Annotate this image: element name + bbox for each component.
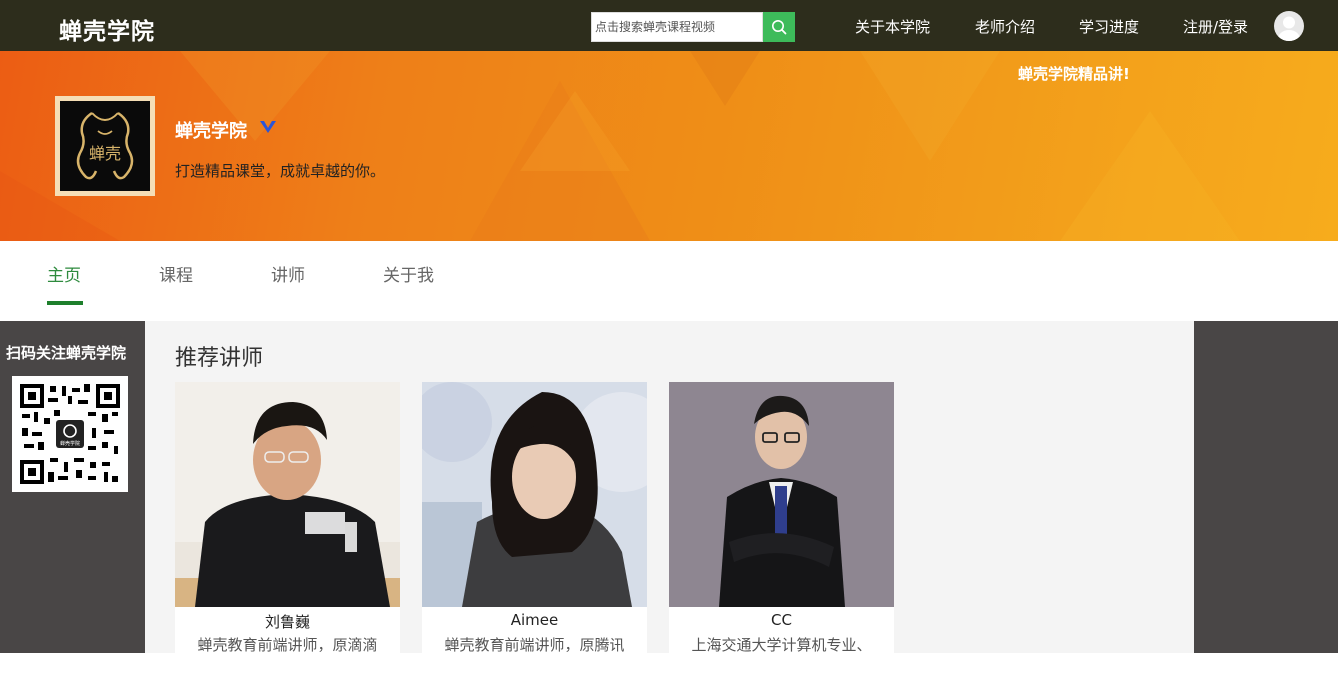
channel-tabs: 主页 课程 讲师 关于我 bbox=[0, 241, 1338, 321]
search-button[interactable] bbox=[763, 12, 795, 42]
nav-register-login[interactable]: 注册/登录 bbox=[1183, 16, 1248, 37]
qr-sidebar: 扫码关注蝉壳学院 蝉壳学院 bbox=[0, 321, 145, 653]
site-logo-text[interactable]: 蝉壳学院 bbox=[59, 12, 155, 46]
teacher-name: CC bbox=[771, 611, 792, 629]
search-icon bbox=[772, 20, 787, 35]
verified-v-icon bbox=[260, 121, 276, 133]
teacher-name: Aimee bbox=[510, 611, 559, 629]
svg-text:蝉壳学院: 蝉壳学院 bbox=[60, 440, 80, 447]
svg-text:蝉壳: 蝉壳 bbox=[89, 144, 121, 163]
teacher-photo bbox=[175, 382, 400, 607]
nav-progress[interactable]: 学习进度 bbox=[1079, 16, 1139, 37]
top-navbar: 蝉壳学院 关于本学院 老师介绍 学习进度 注册/登录 bbox=[0, 0, 1338, 51]
tab-courses[interactable]: 课程 bbox=[159, 261, 193, 286]
search-bar bbox=[591, 12, 795, 42]
cicada-logo-icon: 蝉壳 bbox=[76, 111, 134, 180]
teacher-bio: 上海交通大学计算机专业、 bbox=[691, 636, 872, 654]
qr-title: 扫码关注蝉壳学院 bbox=[6, 344, 127, 362]
teacher-bio: 蝉壳教育前端讲师，原腾讯 bbox=[444, 636, 625, 654]
channel-name: 蝉壳学院 bbox=[175, 121, 247, 142]
qr-code: 蝉壳学院 bbox=[12, 376, 128, 492]
teacher-name: 刘鲁巍 bbox=[264, 613, 310, 631]
banner-slogan: 蝉壳学院精品讲! bbox=[1018, 65, 1130, 83]
search-input[interactable] bbox=[591, 12, 763, 42]
active-tab-indicator bbox=[47, 301, 83, 305]
nav-teachers[interactable]: 老师介绍 bbox=[975, 16, 1035, 37]
user-avatar-icon[interactable] bbox=[1274, 11, 1304, 41]
channel-logo: 蝉壳 bbox=[55, 96, 155, 196]
teacher-card[interactable]: Aimee 蝉壳教育前端讲师，原腾讯 bbox=[422, 382, 647, 682]
qr-code-icon: 蝉壳学院 bbox=[18, 382, 122, 486]
teacher-card[interactable]: CC 上海交通大学计算机专业、 bbox=[669, 382, 894, 682]
teacher-photo bbox=[422, 382, 647, 607]
banner-decor bbox=[0, 51, 1240, 241]
tab-home[interactable]: 主页 bbox=[47, 261, 81, 286]
main-content: 推荐讲师 刘鲁巍 蝉壳教育前端讲师，原滴滴 Aimee 蝉壳教育前端讲师，原腾讯… bbox=[145, 321, 1194, 682]
recommended-teachers-title: 推荐讲师 bbox=[175, 346, 264, 371]
nav-about-academy[interactable]: 关于本学院 bbox=[855, 16, 930, 37]
teacher-bio: 蝉壳教育前端讲师，原滴滴 bbox=[197, 636, 378, 654]
channel-banner: 蝉壳学院精品讲! 蝉壳 蝉壳学院 打造精品课堂，成就卓越的你。 bbox=[0, 51, 1338, 241]
teacher-photo bbox=[669, 382, 894, 607]
right-panel bbox=[1194, 321, 1338, 653]
tab-teachers[interactable]: 讲师 bbox=[271, 261, 305, 286]
tab-about-me[interactable]: 关于我 bbox=[383, 261, 434, 286]
teacher-card[interactable]: 刘鲁巍 蝉壳教育前端讲师，原滴滴 bbox=[175, 382, 400, 682]
channel-description: 打造精品课堂，成就卓越的你。 bbox=[175, 162, 386, 180]
